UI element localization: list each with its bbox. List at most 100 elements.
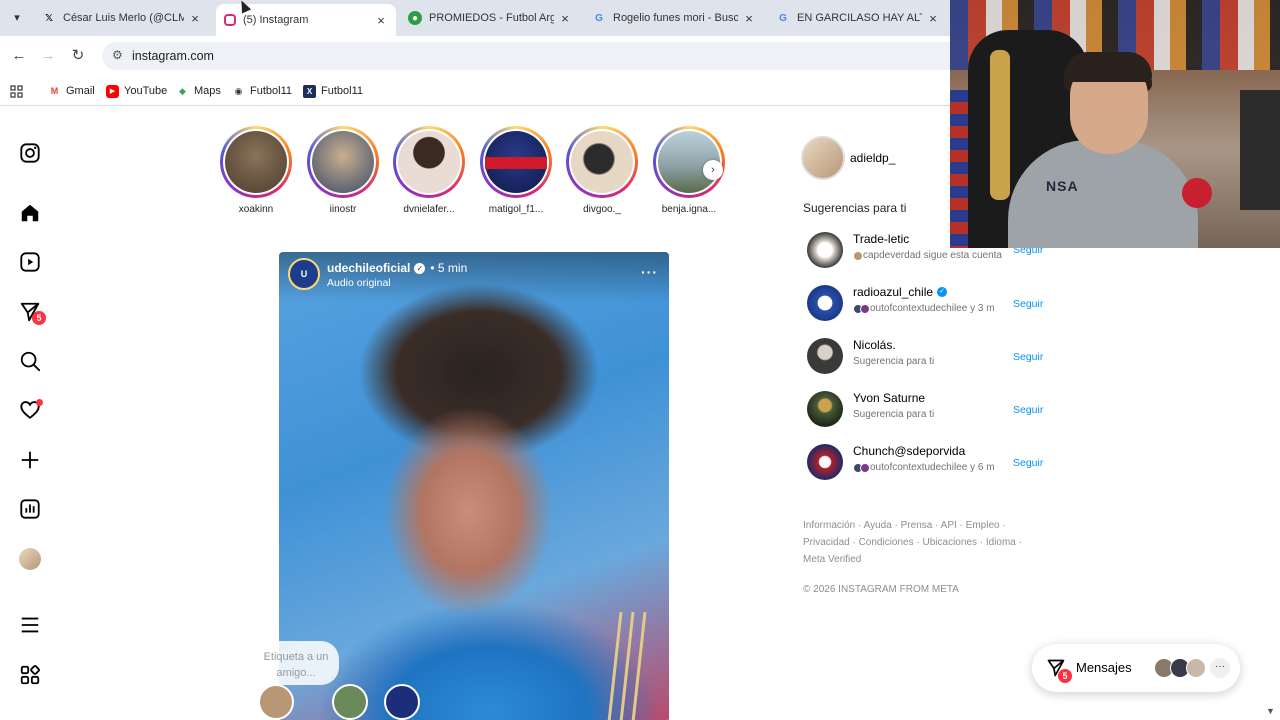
instagram-logo-icon[interactable] (19, 142, 41, 164)
suggestion-username[interactable]: Trade-letic (853, 232, 909, 246)
maps-icon: ◆ (179, 85, 186, 96)
bookmark-futbol11[interactable]: ◉ Futbol11 (232, 82, 292, 100)
suggestion-username[interactable]: radioazul_chile ✓ (853, 285, 948, 299)
suggestion-avatar[interactable] (807, 232, 843, 268)
streamer-fringe (1064, 52, 1152, 82)
post-username[interactable]: udechileoficial (327, 261, 410, 275)
insights-icon[interactable] (19, 498, 41, 520)
reel-post[interactable]: U udechileoficial ✓ • 5 min Audio origin… (279, 252, 669, 720)
story-item[interactable]: dvnielafer... (389, 126, 469, 215)
story-item[interactable]: xoakinn (216, 126, 296, 215)
suggestion-avatar[interactable] (807, 444, 843, 480)
suggestion-username[interactable]: Nicolás. (853, 338, 896, 352)
footer-links-line[interactable]: Meta Verified (803, 551, 1023, 568)
tab-search-chevron-icon[interactable]: ▾ (8, 9, 26, 27)
bookmark-futbol11-x[interactable]: X Futbol11 (303, 82, 363, 100)
forward-button[interactable]: → (38, 46, 58, 66)
close-tab-icon[interactable]: × (374, 13, 388, 28)
close-tab-icon[interactable]: × (926, 11, 940, 26)
close-tab-icon[interactable]: × (558, 11, 572, 26)
story-item[interactable]: matigol_f1... (476, 126, 556, 215)
follow-button[interactable]: Seguir (1013, 351, 1043, 363)
reels-icon[interactable] (19, 251, 41, 273)
suggestion-username-text: Trade-letic (853, 232, 910, 246)
tab-title: (5) Instagram (243, 14, 309, 26)
suggestion-row: Yvon Saturne Sugerencia para ti Seguir (803, 391, 1048, 435)
messages-pill[interactable]: 5 Mensajes ··· (1032, 644, 1240, 692)
more-chats-icon[interactable]: ··· (1210, 658, 1230, 678)
globe-icon: ◉ (234, 85, 243, 96)
suggestion-username-text: Nicolás. (853, 338, 896, 352)
site-info-icon[interactable]: ⚙ (112, 48, 128, 64)
tagged-avatar[interactable] (258, 684, 294, 720)
hanging-jersey (1240, 90, 1280, 210)
messages-badge: 5 (32, 311, 46, 325)
tagged-avatar[interactable] (332, 684, 368, 720)
post-author-avatar[interactable]: U (288, 258, 320, 290)
footer-links-line[interactable]: Privacidad · Condiciones · Ubicaciones ·… (803, 534, 1023, 551)
more-options-icon[interactable]: ··· (641, 264, 658, 280)
bookmark-gmail[interactable]: M Gmail (48, 82, 95, 100)
footer-links: Información · Ayuda · Prensa · API · Emp… (803, 517, 1023, 568)
suggestion-avatar[interactable] (807, 391, 843, 427)
home-icon[interactable] (19, 202, 41, 224)
reload-button[interactable]: ↻ (68, 46, 88, 66)
webcam-overlay: NSA (950, 0, 1280, 248)
story-item[interactable]: divgoo._ (562, 126, 642, 215)
close-tab-icon[interactable]: × (188, 11, 202, 26)
apps-grid-icon[interactable] (10, 82, 23, 100)
bookmark-label: Gmail (66, 85, 95, 97)
bookmark-youtube[interactable]: ▶ YouTube (106, 82, 167, 100)
current-user-avatar[interactable] (801, 136, 845, 180)
story-item[interactable]: iinostr (303, 126, 383, 215)
youtube-icon: ▶ (106, 84, 119, 98)
follow-button[interactable]: Seguir (1013, 404, 1043, 416)
suggestions-title: Sugerencias para ti (803, 201, 907, 215)
suggestion-username[interactable]: Yvon Saturne (853, 391, 925, 405)
notification-dot (36, 399, 43, 406)
suggestion-avatar[interactable] (807, 285, 843, 321)
footer-links-line[interactable]: Información · Ayuda · Prensa · API · Emp… (803, 517, 1023, 534)
suggestion-username-text: Chunch@sdeporvida (853, 444, 966, 458)
follow-button[interactable]: Seguir (1013, 457, 1043, 469)
gmail-icon: M (50, 86, 59, 96)
story-avatar (571, 131, 633, 193)
close-tab-icon[interactable]: × (742, 11, 756, 26)
profile-icon[interactable] (19, 548, 41, 570)
story-avatar (398, 131, 460, 193)
tagged-avatar[interactable] (384, 684, 420, 720)
tab-title: PROMIEDOS - Futbol Argen (429, 12, 554, 24)
post-audio-label[interactable]: Audio original (327, 277, 391, 289)
stories-next-button[interactable]: › (703, 160, 723, 180)
follow-button[interactable]: Seguir (1013, 298, 1043, 310)
search-icon[interactable] (19, 350, 41, 372)
bookmark-maps[interactable]: ◆ Maps (176, 82, 221, 100)
post-author[interactable]: udechileoficial ✓ • 5 min (327, 261, 467, 275)
menu-icon[interactable] (19, 614, 41, 636)
verified-icon: ✓ (937, 287, 948, 297)
avatar-letter: U (300, 269, 308, 279)
suggestion-subtitle: outofcontextudechilee y 6 m (853, 462, 1003, 473)
soccer-ball-icon: ● (408, 11, 422, 25)
current-username[interactable]: adieldp_ (850, 151, 895, 165)
scroll-down-icon[interactable]: ▼ (1266, 706, 1275, 716)
story-username: matigol_f1... (488, 204, 544, 215)
suggestion-subtitle-text: Sugerencia para ti (853, 409, 935, 420)
suggestion-avatar[interactable] (807, 338, 843, 374)
browser-tab[interactable]: 𝕏 César Luis Merlo (@CLMerlo × (34, 4, 210, 32)
browser-tab[interactable]: G EN GARCILASO HAY ALTURA × (768, 4, 948, 32)
plus-icon[interactable] (19, 449, 41, 471)
address-bar[interactable]: ⚙ instagram.com (102, 42, 962, 70)
suggestion-username[interactable]: Chunch@sdeporvida (853, 444, 965, 458)
verified-icon: ✓ (414, 262, 426, 274)
story-username: divgoo._ (583, 204, 621, 215)
apps-icon[interactable] (19, 664, 41, 686)
hoodie-text: NSA (1046, 178, 1079, 194)
browser-tab[interactable]: G Rogelio funes mori - Buscar × (584, 4, 764, 32)
story-username: xoakinn (238, 204, 274, 215)
messages-badge: 5 (1058, 669, 1072, 683)
back-button[interactable]: ← (9, 46, 29, 66)
browser-tab[interactable]: ● PROMIEDOS - Futbol Argen × (400, 4, 580, 32)
tag-friend-prompt[interactable]: Etiqueta a un amigo... (253, 641, 339, 685)
suggestion-username-text: Yvon Saturne (853, 391, 926, 405)
